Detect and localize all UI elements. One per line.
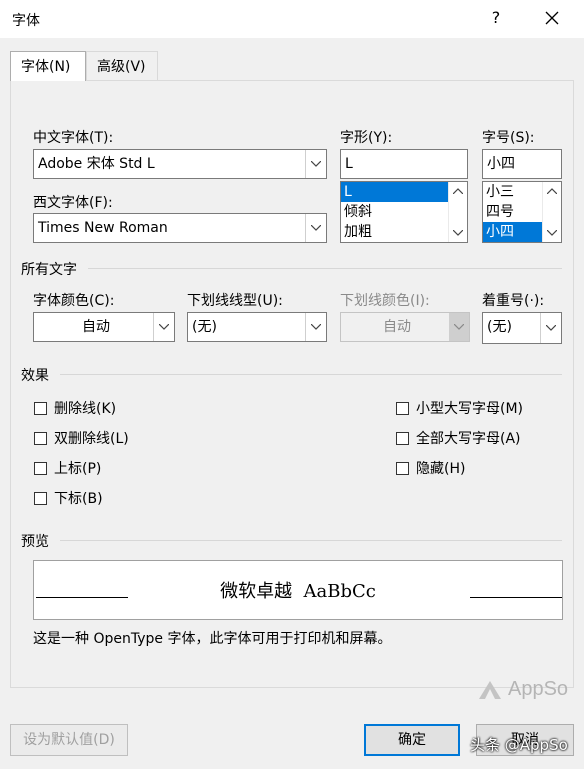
chevron-down-icon[interactable] xyxy=(153,313,174,341)
section-divider xyxy=(60,540,562,541)
underline-style-label: 下划线线型(U): xyxy=(187,293,283,309)
chevron-down-icon[interactable] xyxy=(449,224,467,242)
chevron-down-icon[interactable] xyxy=(305,214,326,242)
chevron-down-icon xyxy=(449,313,469,341)
appso-logo-icon xyxy=(479,680,501,699)
tab-advanced[interactable]: 高级(V) xyxy=(86,51,158,81)
font-color-label: 字体颜色(C): xyxy=(33,293,115,309)
preview-sample: 微软卓越 AaBbCc xyxy=(220,581,376,602)
strikethrough-label: 删除线(K) xyxy=(54,401,117,417)
preview-box: 微软卓越 AaBbCc xyxy=(33,560,563,620)
preview-note: 这是一种 OpenType 字体，此字体可用于打印机和屏幕。 xyxy=(33,631,392,647)
close-icon xyxy=(545,11,559,25)
tab-font[interactable]: 字体(N) xyxy=(10,51,86,81)
subscript-option[interactable]: 下标(B) xyxy=(34,488,103,508)
size-label: 字号(S): xyxy=(482,130,535,146)
subscript-checkbox[interactable] xyxy=(34,491,47,505)
all-caps-checkbox[interactable] xyxy=(396,431,409,445)
style-listbox[interactable]: L 倾斜 加粗 xyxy=(340,181,468,243)
style-label: 字形(Y): xyxy=(340,130,393,146)
help-button[interactable]: ? xyxy=(482,4,510,32)
strikethrough-option[interactable]: 删除线(K) xyxy=(34,398,116,418)
hidden-label: 隐藏(H) xyxy=(416,461,466,477)
chevron-down-icon[interactable] xyxy=(540,313,561,343)
appso-watermark: AppSo xyxy=(478,678,568,701)
all-caps-label: 全部大写字母(A) xyxy=(416,431,521,447)
effects-heading: 效果 xyxy=(21,368,49,384)
underline-color-value: 自动 xyxy=(383,319,411,335)
list-item[interactable]: 小四 xyxy=(483,222,542,242)
chevron-down-icon[interactable] xyxy=(305,150,326,178)
font-color-combo[interactable]: 自动 xyxy=(33,312,175,342)
underline-style-value: (无) xyxy=(192,319,217,335)
chevron-down-icon[interactable] xyxy=(543,224,561,242)
ok-button[interactable]: 确定 xyxy=(364,724,460,756)
western-font-label: 西文字体(F): xyxy=(33,195,113,211)
superscript-option[interactable]: 上标(P) xyxy=(34,458,101,478)
chinese-font-value: Adobe 宋体 Std L xyxy=(38,156,155,172)
section-divider xyxy=(60,374,562,375)
emphasis-label: 着重号(·): xyxy=(482,293,545,309)
window-title: 字体 xyxy=(12,13,40,29)
size-listbox[interactable]: 小三 四号 小四 xyxy=(482,181,562,243)
set-default-button[interactable]: 设为默认值(D) xyxy=(10,724,128,756)
scrollbar[interactable] xyxy=(542,182,561,242)
superscript-checkbox[interactable] xyxy=(34,461,47,475)
strikethrough-checkbox[interactable] xyxy=(34,401,47,415)
small-caps-label: 小型大写字母(M) xyxy=(416,401,524,417)
double-strikethrough-checkbox[interactable] xyxy=(34,431,47,445)
all-text-heading: 所有文字 xyxy=(21,262,77,278)
subscript-label: 下标(B) xyxy=(54,491,103,507)
chinese-font-combo[interactable]: Adobe 宋体 Std L xyxy=(33,149,327,179)
hidden-checkbox[interactable] xyxy=(396,461,409,475)
underline-color-label: 下划线颜色(I): xyxy=(340,293,430,309)
western-font-combo[interactable]: Times New Roman xyxy=(33,213,327,243)
underline-style-combo[interactable]: (无) xyxy=(187,312,327,342)
western-font-value: Times New Roman xyxy=(38,220,168,236)
chevron-down-icon[interactable] xyxy=(305,313,326,341)
scrollbar[interactable] xyxy=(448,182,467,242)
close-button[interactable] xyxy=(538,4,566,32)
underline-color-combo: 自动 xyxy=(340,312,470,342)
font-color-value: 自动 xyxy=(82,319,110,335)
small-caps-checkbox[interactable] xyxy=(396,401,409,415)
double-strikethrough-option[interactable]: 双删除线(L) xyxy=(34,428,129,448)
superscript-label: 上标(P) xyxy=(54,461,102,477)
appso-brand: AppSo xyxy=(508,678,569,700)
chinese-font-label: 中文字体(T): xyxy=(33,130,114,146)
section-divider xyxy=(88,268,562,269)
emphasis-value: (无) xyxy=(487,319,512,335)
emphasis-combo[interactable]: (无) xyxy=(482,312,562,344)
size-input[interactable]: 小四 xyxy=(482,149,562,179)
chevron-up-icon[interactable] xyxy=(449,182,467,200)
hidden-option[interactable]: 隐藏(H) xyxy=(396,458,465,478)
double-strikethrough-label: 双删除线(L) xyxy=(54,431,129,447)
small-caps-option[interactable]: 小型大写字母(M) xyxy=(396,398,523,418)
style-input[interactable]: L xyxy=(340,149,468,179)
chevron-up-icon[interactable] xyxy=(543,182,561,200)
list-item[interactable]: L xyxy=(341,182,448,202)
credit-watermark: 头条 @AppSo xyxy=(470,736,568,754)
preview-heading: 预览 xyxy=(21,534,49,550)
all-caps-option[interactable]: 全部大写字母(A) xyxy=(396,428,521,448)
